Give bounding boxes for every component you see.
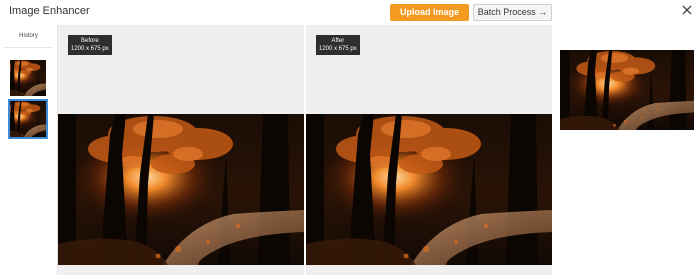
after-panel: After 1200 x 675 px [306,25,552,275]
history-title: History [19,33,38,39]
upload-image-button[interactable]: Upload Image [390,4,469,21]
preview-image [560,50,694,130]
after-badge: After 1200 x 675 px [316,35,360,55]
history-thumbnail-2[interactable] [8,99,48,139]
app-title: Image Enhancer [9,5,90,17]
before-badge: Before 1200 x 675 px [68,35,112,55]
after-size: 1200 x 675 px [319,46,357,52]
before-image [58,114,304,265]
before-size: 1200 x 675 px [71,46,109,52]
app-header: Image Enhancer Upload Image Batch Proces… [0,0,700,25]
after-label: After [331,38,345,44]
history-sidebar: History [0,25,58,275]
history-thumbnail-1[interactable] [10,60,46,96]
close-icon[interactable] [679,2,695,18]
before-panel: Before 1200 x 675 px [58,25,304,275]
after-image [306,114,552,265]
before-label: Before [81,38,99,44]
history-divider [4,47,53,48]
batch-process-button[interactable]: Batch Process → [473,4,552,21]
